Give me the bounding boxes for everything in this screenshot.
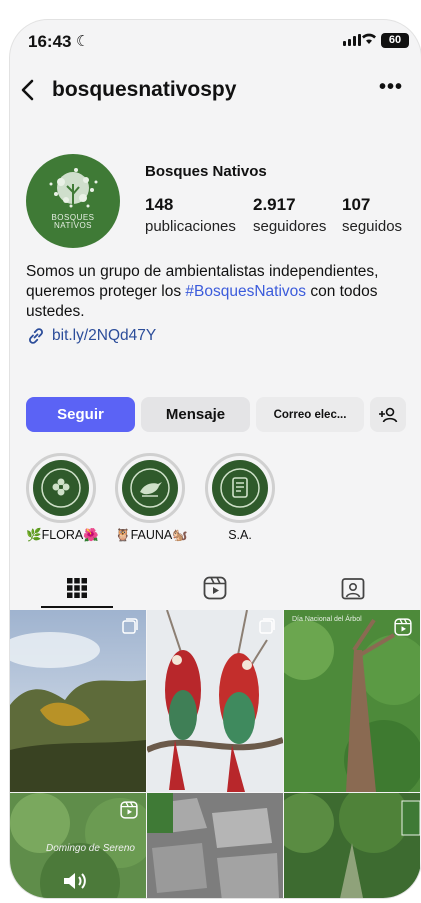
logo-splash-icon: [49, 168, 98, 208]
reels-icon: [203, 576, 227, 600]
email-button[interactable]: Correo elec...: [256, 397, 364, 432]
highlight-ring: [205, 453, 275, 523]
avatar-logo-text: BOSQUES NATIVOS: [51, 213, 95, 230]
highlight-label: S.A.: [228, 528, 252, 542]
reel-icon: [120, 801, 138, 824]
post-image: [284, 793, 420, 898]
highlight-sa[interactable]: S.A.: [205, 453, 275, 542]
suggest-people-button[interactable]: [370, 397, 406, 432]
moon-icon: ☾: [76, 33, 90, 50]
stat-label: seguidores: [253, 218, 327, 235]
stat-followers[interactable]: 2.917 seguidores: [253, 195, 326, 235]
post-thumbnail[interactable]: [10, 610, 146, 792]
post-thumbnail[interactable]: [147, 610, 283, 792]
battery-icon: 60: [381, 33, 409, 48]
highlight-ring: [115, 453, 185, 523]
stat-posts[interactable]: 148 publicaciones: [145, 195, 236, 235]
action-buttons: Seguir Mensaje Correo elec...: [26, 397, 406, 432]
tab-tagged[interactable]: [318, 568, 388, 608]
wifi-icon: [361, 32, 377, 49]
status-time: 16:43: [28, 32, 72, 51]
stat-label: publicaciones: [145, 218, 236, 235]
add-person-icon: [379, 407, 398, 422]
post-thumbnail[interactable]: [284, 793, 420, 898]
stat-label: seguidos: [342, 218, 403, 235]
post-thumbnail[interactable]: Día Nacional del Árbol: [284, 610, 420, 792]
multi-image-icon: [122, 618, 138, 639]
display-name: Bosques Nativos: [145, 163, 267, 180]
signal-icon: [343, 34, 361, 46]
sound-icon[interactable]: [62, 871, 90, 896]
stat-value: 148: [145, 195, 174, 214]
stat-value: 107: [342, 195, 371, 214]
message-button[interactable]: Mensaje: [141, 397, 250, 432]
highlight-cover: [122, 460, 178, 516]
stat-following[interactable]: 107 seguidos: [342, 195, 402, 235]
highlight-label: 🦉FAUNA🐿️: [115, 528, 188, 542]
profile-bio: Somos un grupo de ambientalistas indepen…: [26, 262, 411, 322]
bio-hashtag-link[interactable]: #BosquesNativos: [185, 283, 306, 300]
status-bar: 16:43 ☾ 60: [10, 20, 421, 64]
highlight-cover: [212, 460, 268, 516]
active-tab-indicator: [41, 606, 113, 608]
post-thumbnail[interactable]: Domingo de Sereno: [10, 793, 146, 898]
post-image: [147, 793, 283, 898]
post-caption: Día Nacional del Árbol: [292, 616, 362, 623]
chevron-left-icon: [21, 79, 34, 101]
post-caption: Domingo de Sereno: [46, 843, 135, 854]
more-options-icon[interactable]: •••: [379, 76, 403, 99]
tab-reels[interactable]: [180, 568, 250, 608]
tab-posts-grid[interactable]: [42, 568, 112, 608]
phone-frame: 16:43 ☾ 60 bosquesnativospy ••• BOSQUES: [10, 20, 421, 898]
reel-icon: [394, 618, 412, 641]
highlight-fauna[interactable]: 🦉FAUNA🐿️: [115, 453, 188, 543]
post-thumbnail[interactable]: [147, 793, 283, 898]
avatar[interactable]: BOSQUES NATIVOS: [26, 154, 120, 248]
highlight-cover: [33, 460, 89, 516]
grid-icon: [67, 578, 87, 598]
stat-value: 2.917: [253, 195, 296, 214]
tagged-icon: [341, 578, 365, 600]
profile-header: bosquesnativospy •••: [10, 72, 421, 112]
highlight-label: 🌿FLORA🌺: [26, 528, 99, 542]
flower-icon: [41, 468, 81, 508]
bird-icon: [130, 468, 170, 508]
profile-link[interactable]: bit.ly/2NQd47Y: [26, 326, 156, 346]
link-icon: [29, 328, 43, 344]
highlight-ring: [26, 453, 96, 523]
multi-image-icon: [259, 618, 275, 639]
profile-tabs: [10, 568, 421, 608]
follow-button[interactable]: Seguir: [26, 397, 135, 432]
back-button[interactable]: [14, 72, 44, 108]
profile-username: bosquesnativospy: [52, 78, 237, 101]
document-icon: [220, 468, 260, 508]
highlight-flora[interactable]: 🌿FLORA🌺: [26, 453, 99, 543]
link-text: bit.ly/2NQd47Y: [52, 327, 157, 344]
